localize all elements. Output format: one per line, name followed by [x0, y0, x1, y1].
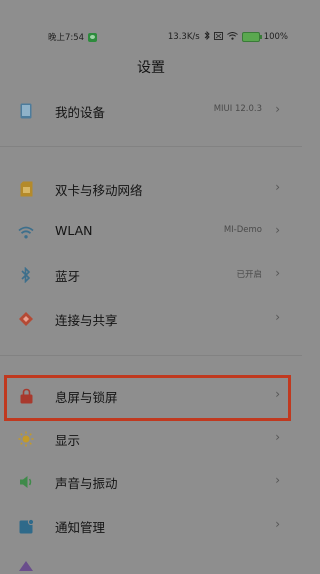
status-time: 晚上7:54: [48, 33, 85, 43]
chevron-right-icon: ›: [275, 517, 280, 531]
settings-item-wlan[interactable]: WLAN MI-Demo ›: [0, 211, 302, 253]
section-divider: [0, 146, 302, 147]
status-left: 晚上7:54: [48, 31, 98, 43]
settings-item-label: 声音与振动: [55, 476, 118, 491]
settings-item-value: MIUI 12.0.3: [213, 104, 262, 114]
net-speed: 13.3K/s: [167, 32, 200, 42]
sim-card-icon: [18, 181, 34, 197]
wifi-status-icon: [226, 31, 238, 43]
chevron-right-icon: ›: [275, 473, 280, 487]
status-bar: 晚上7:54 13.3K/s 100%: [0, 28, 302, 46]
settings-item-bluetooth[interactable]: 蓝牙 已开启 ›: [0, 254, 302, 296]
theme-icon: [18, 558, 34, 574]
settings-item-sim[interactable]: 双卡与移动网络 ›: [0, 168, 302, 210]
bluetooth-icon: [18, 267, 34, 283]
settings-item-my-device[interactable]: 我的设备 MIUI 12.0.3 ›: [0, 90, 302, 132]
settings-item-label: 我的设备: [55, 105, 106, 120]
settings-item-label: 显示: [55, 433, 81, 448]
chevron-right-icon: ›: [275, 310, 280, 324]
settings-item-label: WLAN: [55, 223, 93, 238]
no-sim-icon: [213, 31, 223, 43]
chevron-right-icon: ›: [275, 430, 280, 444]
speaker-icon: [18, 474, 34, 490]
share-icon: [18, 311, 34, 327]
settings-item-label: 通知管理: [55, 520, 106, 535]
settings-item-sound[interactable]: 声音与振动 ›: [0, 461, 302, 503]
status-right: 13.3K/s 100%: [167, 30, 288, 43]
bluetooth-status-icon: [204, 30, 210, 43]
settings-item-value: 已开启: [236, 270, 262, 280]
settings-item-notifications[interactable]: 通知管理 ›: [0, 505, 302, 547]
settings-item-label: 连接与共享: [55, 313, 118, 328]
battery-icon: [241, 32, 262, 42]
section-divider: [0, 355, 302, 356]
wechat-icon: [88, 32, 98, 42]
settings-item-display[interactable]: 显示 ›: [0, 418, 302, 460]
settings-item-connection-sharing[interactable]: 连接与共享 ›: [0, 298, 302, 340]
chevron-right-icon: ›: [275, 180, 280, 194]
notification-icon: [18, 518, 34, 534]
settings-item-value: MI-Demo: [223, 225, 262, 235]
brightness-icon: [18, 431, 34, 447]
phone-icon: [18, 103, 34, 119]
settings-item-label: 蓝牙: [55, 269, 81, 284]
chevron-right-icon: ›: [275, 266, 280, 280]
page-title: 设置: [137, 60, 165, 76]
highlight-annotation-box: [4, 375, 291, 421]
battery-percent: 100%: [263, 32, 288, 42]
wifi-icon: [18, 224, 34, 240]
chevron-right-icon: ›: [275, 102, 280, 116]
settings-item-label: 双卡与移动网络: [55, 183, 143, 198]
chevron-right-icon: ›: [275, 223, 280, 237]
settings-item-partial[interactable]: [0, 548, 302, 571]
